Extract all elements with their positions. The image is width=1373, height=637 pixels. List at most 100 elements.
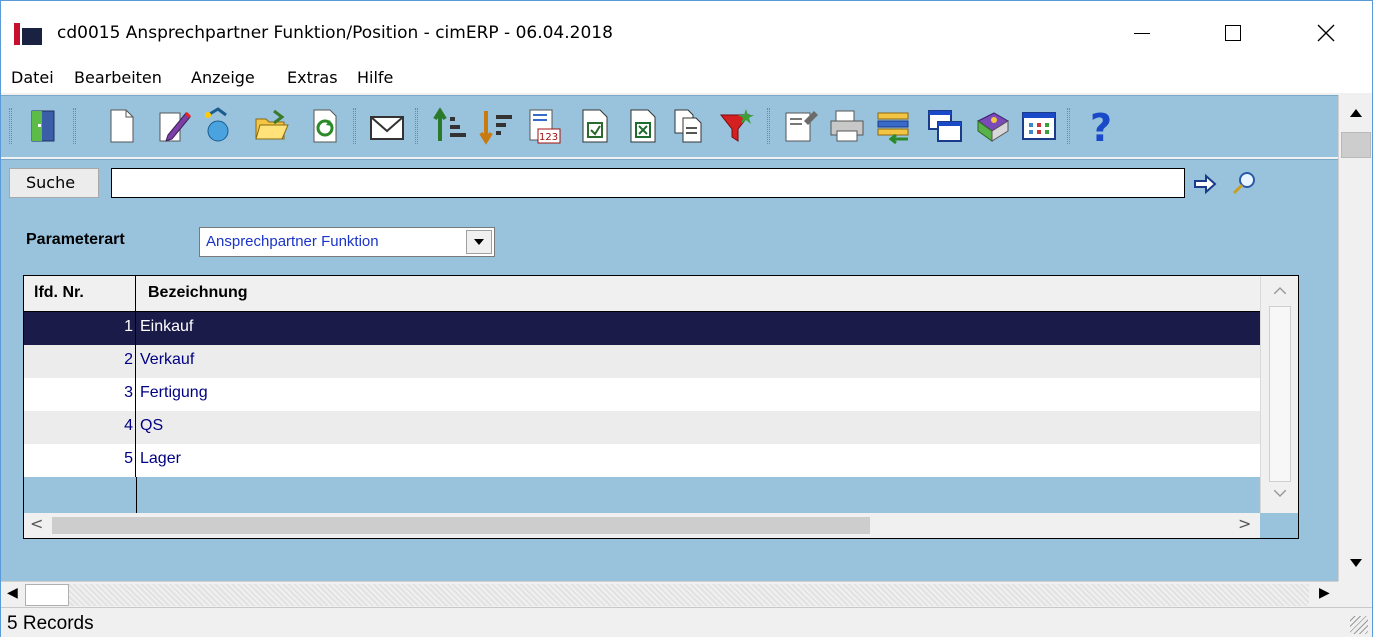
minimize-icon bbox=[1134, 32, 1150, 34]
menu-extras[interactable]: Extras bbox=[287, 68, 338, 87]
grid-column-divider bbox=[136, 477, 137, 513]
filter-icon[interactable] bbox=[717, 105, 757, 147]
maximize-button[interactable] bbox=[1210, 13, 1256, 53]
email-icon[interactable] bbox=[367, 105, 407, 147]
search-input[interactable] bbox=[111, 168, 1185, 198]
record-count: 5 Records bbox=[7, 613, 94, 634]
import-icon[interactable] bbox=[873, 105, 913, 147]
magnifier-icon[interactable] bbox=[1231, 170, 1257, 196]
cell-bezeichnung: Lager bbox=[140, 450, 181, 467]
minimize-button[interactable] bbox=[1119, 13, 1165, 53]
table-row[interactable]: 4 QS bbox=[24, 411, 1260, 444]
toolbar-separator bbox=[1067, 108, 1070, 144]
export-icon[interactable] bbox=[575, 105, 615, 147]
cimerp-logo-icon bbox=[14, 23, 44, 45]
scroll-right-arrow-icon[interactable]: ▶ bbox=[1319, 585, 1330, 601]
refresh-icon[interactable] bbox=[305, 105, 345, 147]
cell-lfd-nr: 1 bbox=[24, 312, 136, 345]
cell-bezeichnung: Verkauf bbox=[140, 351, 195, 368]
toolbar-separator bbox=[767, 108, 770, 144]
exit-door-icon[interactable] bbox=[23, 105, 63, 147]
sort-ascending-icon[interactable] bbox=[431, 105, 471, 147]
parameterart-label: Parameterart bbox=[26, 231, 125, 248]
menu-datei[interactable]: Datei bbox=[11, 68, 54, 87]
window-title: cd0015 Ansprechpartner Funktion/Position… bbox=[57, 23, 613, 43]
grid-scroll-track[interactable] bbox=[1269, 306, 1291, 482]
menu-hilfe[interactable]: Hilfe bbox=[357, 68, 393, 87]
toolbar-separator bbox=[353, 108, 356, 144]
scroll-up-arrow-icon[interactable] bbox=[1339, 95, 1373, 131]
menu-bar: Datei Bearbeiten Anzeige Extras Hilfe bbox=[1, 63, 1372, 93]
search-label: Suche bbox=[26, 173, 76, 192]
cell-bezeichnung: Fertigung bbox=[140, 384, 208, 401]
new-document-icon[interactable] bbox=[101, 105, 141, 147]
help-icon[interactable]: ? bbox=[1081, 105, 1121, 147]
print-icon[interactable] bbox=[827, 105, 867, 147]
close-icon bbox=[1317, 24, 1335, 42]
hscroll-thumb[interactable] bbox=[25, 584, 69, 606]
hscroll-track[interactable] bbox=[69, 584, 1309, 606]
toolbar-separator bbox=[415, 108, 418, 144]
menu-anzeige[interactable]: Anzeige bbox=[191, 68, 255, 87]
grid-header: lfd. Nr. Bezeichnung bbox=[24, 276, 1260, 312]
cell-lfd-nr: 5 bbox=[24, 444, 136, 477]
grid-vertical-scrollbar[interactable] bbox=[1260, 276, 1298, 513]
status-bar: 5 Records bbox=[1, 607, 1372, 637]
resize-grip-icon[interactable] bbox=[1350, 616, 1368, 634]
copy-documents-icon[interactable] bbox=[669, 105, 709, 147]
copy-record-icon[interactable] bbox=[197, 105, 237, 147]
grid-rows: 1 Einkauf 2 Verkauf 3 Fertigung 4 QS 5 L… bbox=[24, 312, 1260, 477]
table-row[interactable]: 5 Lager bbox=[24, 444, 1260, 477]
toolbar-separator bbox=[73, 108, 76, 144]
number-list-icon[interactable]: 123 bbox=[523, 105, 563, 147]
columns-icon[interactable] bbox=[1019, 105, 1059, 147]
search-bar: Suche bbox=[1, 159, 1338, 207]
grid-scroll-left-icon[interactable]: < bbox=[30, 514, 43, 533]
properties-icon[interactable] bbox=[781, 105, 821, 147]
maximize-icon bbox=[1225, 25, 1241, 41]
grid-scroll-down-icon[interactable] bbox=[1274, 490, 1286, 498]
data-grid: lfd. Nr. Bezeichnung 1 Einkauf 2 Verkauf… bbox=[23, 275, 1299, 539]
window-horizontal-scrollbar[interactable]: ◀ ▶ bbox=[1, 581, 1338, 607]
grid-hscroll-thumb[interactable] bbox=[52, 517, 870, 534]
parameterart-dropdown[interactable]: Ansprechpartner Funktion bbox=[199, 227, 495, 257]
grid-horizontal-scrollbar[interactable]: < > bbox=[24, 513, 1260, 538]
cell-lfd-nr: 3 bbox=[24, 378, 136, 411]
svg-text:123: 123 bbox=[539, 132, 558, 143]
grid-scroll-corner bbox=[1260, 513, 1298, 538]
parameterart-selected-value: Ansprechpartner Funktion bbox=[206, 233, 379, 250]
edit-pencil-icon[interactable] bbox=[153, 105, 193, 147]
scroll-thumb[interactable] bbox=[1341, 132, 1371, 158]
main-content: Parameterart Ansprechpartner Funktion lf… bbox=[1, 207, 1338, 581]
scroll-left-arrow-icon[interactable]: ◀ bbox=[7, 585, 18, 601]
toolbar: 123 ? bbox=[1, 95, 1338, 157]
cell-lfd-nr: 4 bbox=[24, 411, 136, 444]
scroll-down-arrow-icon[interactable] bbox=[1339, 545, 1373, 581]
menu-bearbeiten[interactable]: Bearbeiten bbox=[74, 68, 162, 87]
table-row[interactable]: 3 Fertigung bbox=[24, 378, 1260, 411]
open-folder-icon[interactable] bbox=[251, 105, 291, 147]
dropdown-arrow-icon[interactable] bbox=[466, 230, 492, 254]
app-window: cd0015 Ansprechpartner Funktion/Position… bbox=[0, 0, 1373, 637]
sort-descending-icon[interactable] bbox=[477, 105, 517, 147]
title-bar: cd0015 Ansprechpartner Funktion/Position… bbox=[1, 1, 1372, 63]
table-row[interactable]: 1 Einkauf bbox=[24, 312, 1260, 345]
cell-bezeichnung: QS bbox=[140, 417, 164, 434]
column-header-lfd-nr[interactable]: lfd. Nr. bbox=[24, 276, 136, 311]
windows-icon[interactable] bbox=[925, 105, 965, 147]
scroll-corner bbox=[1338, 581, 1372, 607]
arrow-right-icon[interactable] bbox=[1193, 172, 1217, 196]
svg-text:?: ? bbox=[1090, 107, 1112, 145]
table-row[interactable]: 2 Verkauf bbox=[24, 345, 1260, 378]
grid-scroll-up-icon[interactable] bbox=[1274, 286, 1286, 294]
search-label-box: Suche bbox=[9, 168, 99, 198]
grid-scroll-right-icon[interactable]: > bbox=[1238, 514, 1251, 533]
toolbar-separator bbox=[9, 108, 12, 144]
book-icon[interactable] bbox=[973, 105, 1013, 147]
column-header-bezeichnung[interactable]: Bezeichnung bbox=[136, 276, 1260, 311]
window-vertical-scrollbar[interactable] bbox=[1338, 95, 1372, 581]
cell-lfd-nr: 2 bbox=[24, 345, 136, 378]
excel-export-icon[interactable] bbox=[623, 105, 663, 147]
cell-bezeichnung: Einkauf bbox=[140, 318, 194, 335]
close-button[interactable] bbox=[1303, 13, 1349, 53]
